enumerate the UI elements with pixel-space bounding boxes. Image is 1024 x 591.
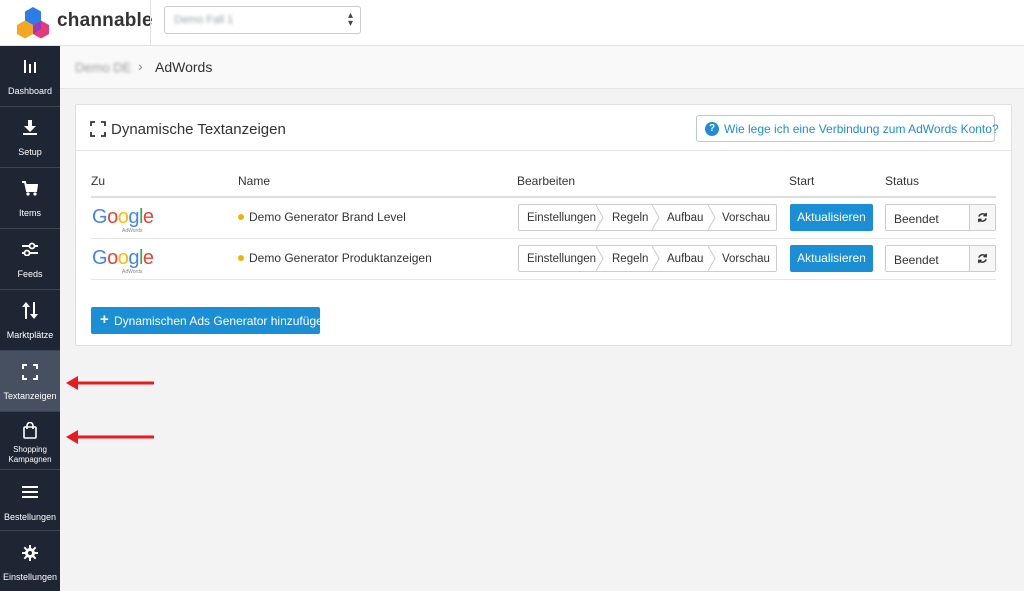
question-icon: ? (705, 122, 719, 136)
expand-corners-icon (0, 364, 60, 380)
adwords-sublabel: AdWords (122, 228, 143, 234)
breadcrumb-separator-icon: › (138, 58, 143, 74)
adwords-sublabel: AdWords (122, 269, 143, 275)
list-icon (0, 486, 60, 498)
gear-icon (0, 545, 60, 561)
sidebar-item-label: Bestellungen (3, 512, 57, 522)
status-dot-icon (238, 255, 244, 261)
generator-name[interactable]: Demo Generator Brand Level (249, 210, 406, 224)
panel-header: Dynamische Textanzeigen ? Wie lege ich e… (76, 105, 1011, 151)
step-settings[interactable]: Einstellungen (527, 253, 596, 265)
edit-steps: Einstellungen Regeln Aufbau Vorschau (518, 204, 777, 231)
up-down-arrows-icon (0, 302, 60, 319)
column-header-edit: Bearbeiten (517, 174, 576, 188)
chevron-right-icon (652, 246, 660, 271)
sidebar: Dashboard Setup Items Feeds Marktplätze … (0, 46, 60, 591)
google-adwords-logo: Google AdWords (92, 247, 154, 275)
column-header-to: Zu (91, 174, 106, 188)
refresh-icon[interactable] (969, 246, 995, 271)
add-generator-label: Dynamischen Ads Generator hinzufügen (114, 314, 330, 328)
refresh-icon[interactable] (969, 205, 995, 230)
divider (150, 0, 151, 46)
adwords-help-button[interactable]: ? Wie lege ich eine Verbindung zum AdWor… (696, 115, 999, 142)
sidebar-item-shopping-campaigns[interactable]: Shopping Kampagnen (0, 412, 60, 470)
generator-name[interactable]: Demo Generator Produktanzeigen (249, 251, 432, 265)
sidebar-item-settings[interactable]: Einstellungen (0, 531, 60, 591)
sidebar-item-setup[interactable]: Setup (0, 107, 60, 168)
status-dot-icon (238, 214, 244, 220)
annotation-arrow-icon (66, 430, 154, 444)
sidebar-item-label: Marktplätze (6, 330, 54, 340)
select-caret-icon: ▴ ▾ (347, 10, 353, 29)
column-header-start: Start (789, 174, 815, 188)
sidebar-item-label-line2: Kampagnen (8, 455, 52, 464)
step-build[interactable]: Aufbau (667, 212, 703, 224)
chevron-right-icon (708, 205, 716, 230)
project-select[interactable]: Demo Fall 1 ▴ ▾ (164, 6, 361, 34)
sliders-icon (0, 242, 60, 256)
sidebar-item-feeds[interactable]: Feeds (0, 229, 60, 290)
step-preview[interactable]: Vorschau (722, 253, 770, 265)
panel-title: Dynamische Textanzeigen (111, 121, 286, 138)
sidebar-item-label: Einstellungen (2, 572, 58, 582)
help-button-label: Wie lege ich eine Verbindung zum AdWords… (724, 122, 999, 136)
chevron-right-icon (652, 205, 660, 230)
step-rules[interactable]: Regeln (612, 253, 648, 265)
sidebar-item-label: Items (18, 208, 41, 218)
cart-icon (0, 181, 60, 196)
annotation-arrow-icon (66, 376, 154, 390)
column-header-status: Status (885, 174, 920, 188)
sidebar-item-label: Textanzeigen (3, 391, 57, 401)
sidebar-item-items[interactable]: Items (0, 168, 60, 229)
bar-chart-icon (0, 59, 60, 74)
breadcrumb-project[interactable]: Demo DE (75, 60, 131, 75)
add-generator-button[interactable]: + Dynamischen Ads Generator hinzufügen (91, 307, 329, 334)
chevron-right-icon (596, 246, 604, 271)
step-preview[interactable]: Vorschau (722, 212, 770, 224)
status-field: Beendet (885, 204, 996, 231)
breadcrumb-current: AdWords (155, 59, 213, 75)
channable-logo-icon[interactable] (16, 6, 50, 40)
status-value: Beendet (894, 253, 939, 267)
sidebar-item-dashboard[interactable]: Dashboard (0, 46, 60, 107)
sidebar-item-marketplaces[interactable]: Marktplätze (0, 290, 60, 351)
edit-steps: Einstellungen Regeln Aufbau Vorschau (518, 245, 777, 272)
google-adwords-logo: Google AdWords (92, 206, 154, 234)
sidebar-item-orders[interactable]: Bestellungen (0, 470, 60, 531)
expand-corners-icon (90, 121, 106, 137)
sidebar-item-label: Feeds (17, 269, 43, 279)
step-settings[interactable]: Einstellungen (527, 212, 596, 224)
status-field: Beendet (885, 245, 996, 272)
text-ads-panel: Dynamische Textanzeigen ? Wie lege ich e… (75, 104, 1012, 346)
chevron-right-icon (708, 246, 716, 271)
project-select-value: Demo Fall 1 (174, 14, 234, 26)
brand-name: channable (57, 10, 153, 31)
table-row: Google AdWords Demo Generator Brand Leve… (91, 198, 996, 239)
sidebar-item-label: Setup (18, 147, 42, 157)
plus-icon: + (100, 311, 109, 328)
top-bar: channable Demo Fall 1 ▴ ▾ (0, 0, 1024, 46)
breadcrumb: Demo DE › AdWords (60, 46, 1024, 89)
download-icon (0, 120, 60, 135)
column-header-name: Name (238, 174, 271, 188)
update-button[interactable]: Aktualisieren (790, 204, 873, 231)
sidebar-item-label-line1: Shopping (13, 445, 47, 454)
shopping-bag-icon (0, 422, 60, 439)
step-rules[interactable]: Regeln (612, 212, 648, 224)
status-value: Beendet (894, 212, 939, 226)
chevron-right-icon (596, 205, 604, 230)
step-build[interactable]: Aufbau (667, 253, 703, 265)
sidebar-item-label: Dashboard (7, 86, 53, 96)
update-button[interactable]: Aktualisieren (790, 245, 873, 272)
sidebar-item-text-ads[interactable]: Textanzeigen (0, 351, 60, 412)
table-row: Google AdWords Demo Generator Produktanz… (91, 239, 996, 280)
